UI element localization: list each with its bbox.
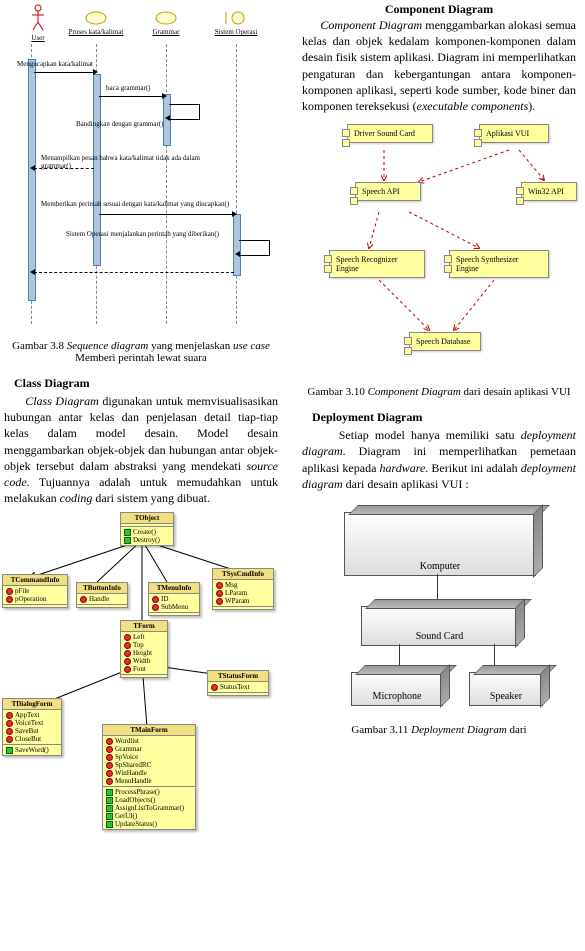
component-diagram: Driver Sound Card Aplikasi VUI Speech AP… bbox=[309, 120, 569, 380]
seq-msg-6: Sistem Operasi menjalankan perintah yang… bbox=[66, 230, 256, 238]
figure-3-11-caption: Gambar 3.11 Deployment Diagram dari bbox=[298, 724, 580, 736]
component-speech-api: Speech API bbox=[355, 182, 421, 201]
class-diagram: TObject Create() Destroy() TCommandInfo … bbox=[2, 512, 280, 842]
actor-label: Sistem Operasi bbox=[206, 28, 266, 36]
stickman-icon bbox=[30, 4, 46, 32]
seq-msg-1: Mengucapkan kata/kalimat bbox=[17, 60, 93, 68]
component-speech-synthesizer: Speech Synthesizer Engine bbox=[449, 250, 549, 278]
class-diagram-heading: Class Diagram bbox=[14, 376, 282, 391]
actor-label: Grammar bbox=[141, 28, 191, 36]
class-tmenuinfo: TMenuInfo ID SubMenu bbox=[148, 582, 200, 616]
component-driver-sound-card: Driver Sound Card bbox=[347, 124, 433, 143]
boundary-icon bbox=[152, 10, 180, 26]
class-diagram-paragraph: Class Diagram digunakan untuk memvisuali… bbox=[4, 393, 278, 506]
deployment-diagram-heading: Deployment Diagram bbox=[312, 410, 580, 425]
class-tbuttoninfo: TButtonInfo Handle bbox=[76, 582, 128, 608]
component-diagram-paragraph: Component Diagram menggambarkan alokasi … bbox=[302, 17, 576, 114]
component-speech-database: Speech Database bbox=[409, 332, 481, 351]
deployment-diagram-paragraph: Setiap model hanya memiliki satu deploym… bbox=[302, 427, 576, 492]
node-microphone: Microphone bbox=[351, 672, 443, 706]
class-tcommandinfo: TCommandInfo pFile pOperation bbox=[2, 574, 68, 608]
actor-sistem: Sistem Operasi bbox=[206, 10, 266, 36]
component-speech-recognizer: Speech Recognizer Engine bbox=[329, 250, 425, 278]
actor-label: Proses kata/kalimat bbox=[66, 28, 126, 36]
class-tdialogform: TDialogForm AppText VoiceText SaveBut Cl… bbox=[2, 698, 62, 756]
component-win32-api: Win32 API bbox=[521, 182, 577, 201]
seq-msg-2: baca grammar() bbox=[106, 84, 151, 92]
actor-label: User bbox=[13, 34, 63, 42]
actor-user: User bbox=[13, 4, 63, 42]
boundary-icon bbox=[82, 10, 110, 26]
node-komputer: Komputer bbox=[344, 512, 536, 576]
figure-3-8-caption: Gambar 3.8 Sequence diagram yang menjela… bbox=[0, 340, 282, 364]
class-tform: TForm Left Top Height Width Font bbox=[120, 620, 168, 678]
control-icon bbox=[222, 10, 250, 26]
class-tsyscmdinfo: TSysCmdInfo Msg LParam WParam bbox=[212, 568, 274, 610]
actor-proses: Proses kata/kalimat bbox=[66, 10, 126, 36]
actor-grammar: Grammar bbox=[141, 10, 191, 36]
figure-3-10-caption: Gambar 3.10 Component Diagram dari desai… bbox=[298, 386, 580, 398]
seq-msg-5: Memberikan perintah sesuai dengan kata/k… bbox=[41, 200, 241, 208]
node-sound-card: Sound Card bbox=[361, 606, 518, 646]
seq-msg-3: Bandingkan dengan grammar() bbox=[76, 120, 163, 128]
deployment-diagram: Komputer Sound Card Microphone Speaker bbox=[309, 498, 569, 718]
class-tobject: TObject Create() Destroy() bbox=[120, 512, 174, 546]
class-tmainform: TMainForm Wordlist Grammar SpVoice SpSha… bbox=[102, 724, 196, 830]
sequence-diagram: User Proses kata/kalimat Grammar Sistem … bbox=[11, 4, 271, 334]
component-diagram-heading: Component Diagram bbox=[298, 2, 580, 17]
component-aplikasi-vui: Aplikasi VUI bbox=[479, 124, 549, 143]
class-tstatusform: TStatusForm StatusText bbox=[207, 670, 269, 696]
node-speaker: Speaker bbox=[469, 672, 543, 706]
